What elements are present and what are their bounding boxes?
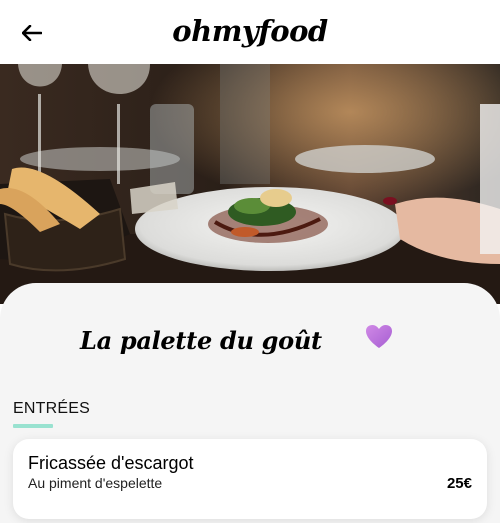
favorite-button[interactable] [365,324,393,350]
dish-name: Fricassée d'escargot [28,453,194,473]
dish-description: Au piment d'espelette [28,475,163,491]
dish-price: 25€ [446,475,472,492]
hero-image [0,64,500,304]
section-underline [13,424,53,428]
restaurant-name: La palette du goût [80,326,322,355]
restaurant-title-row: La palette du goût [0,318,500,362]
menu-section-title: ENTRÉES [13,400,90,417]
app-logo[interactable]: ohmyfood [0,14,500,48]
menu-item-card[interactable]: Fricassée d'escargot Au piment d'espelet… [13,439,487,519]
app-header: ohmyfood [0,0,500,66]
heart-icon [366,325,392,348]
